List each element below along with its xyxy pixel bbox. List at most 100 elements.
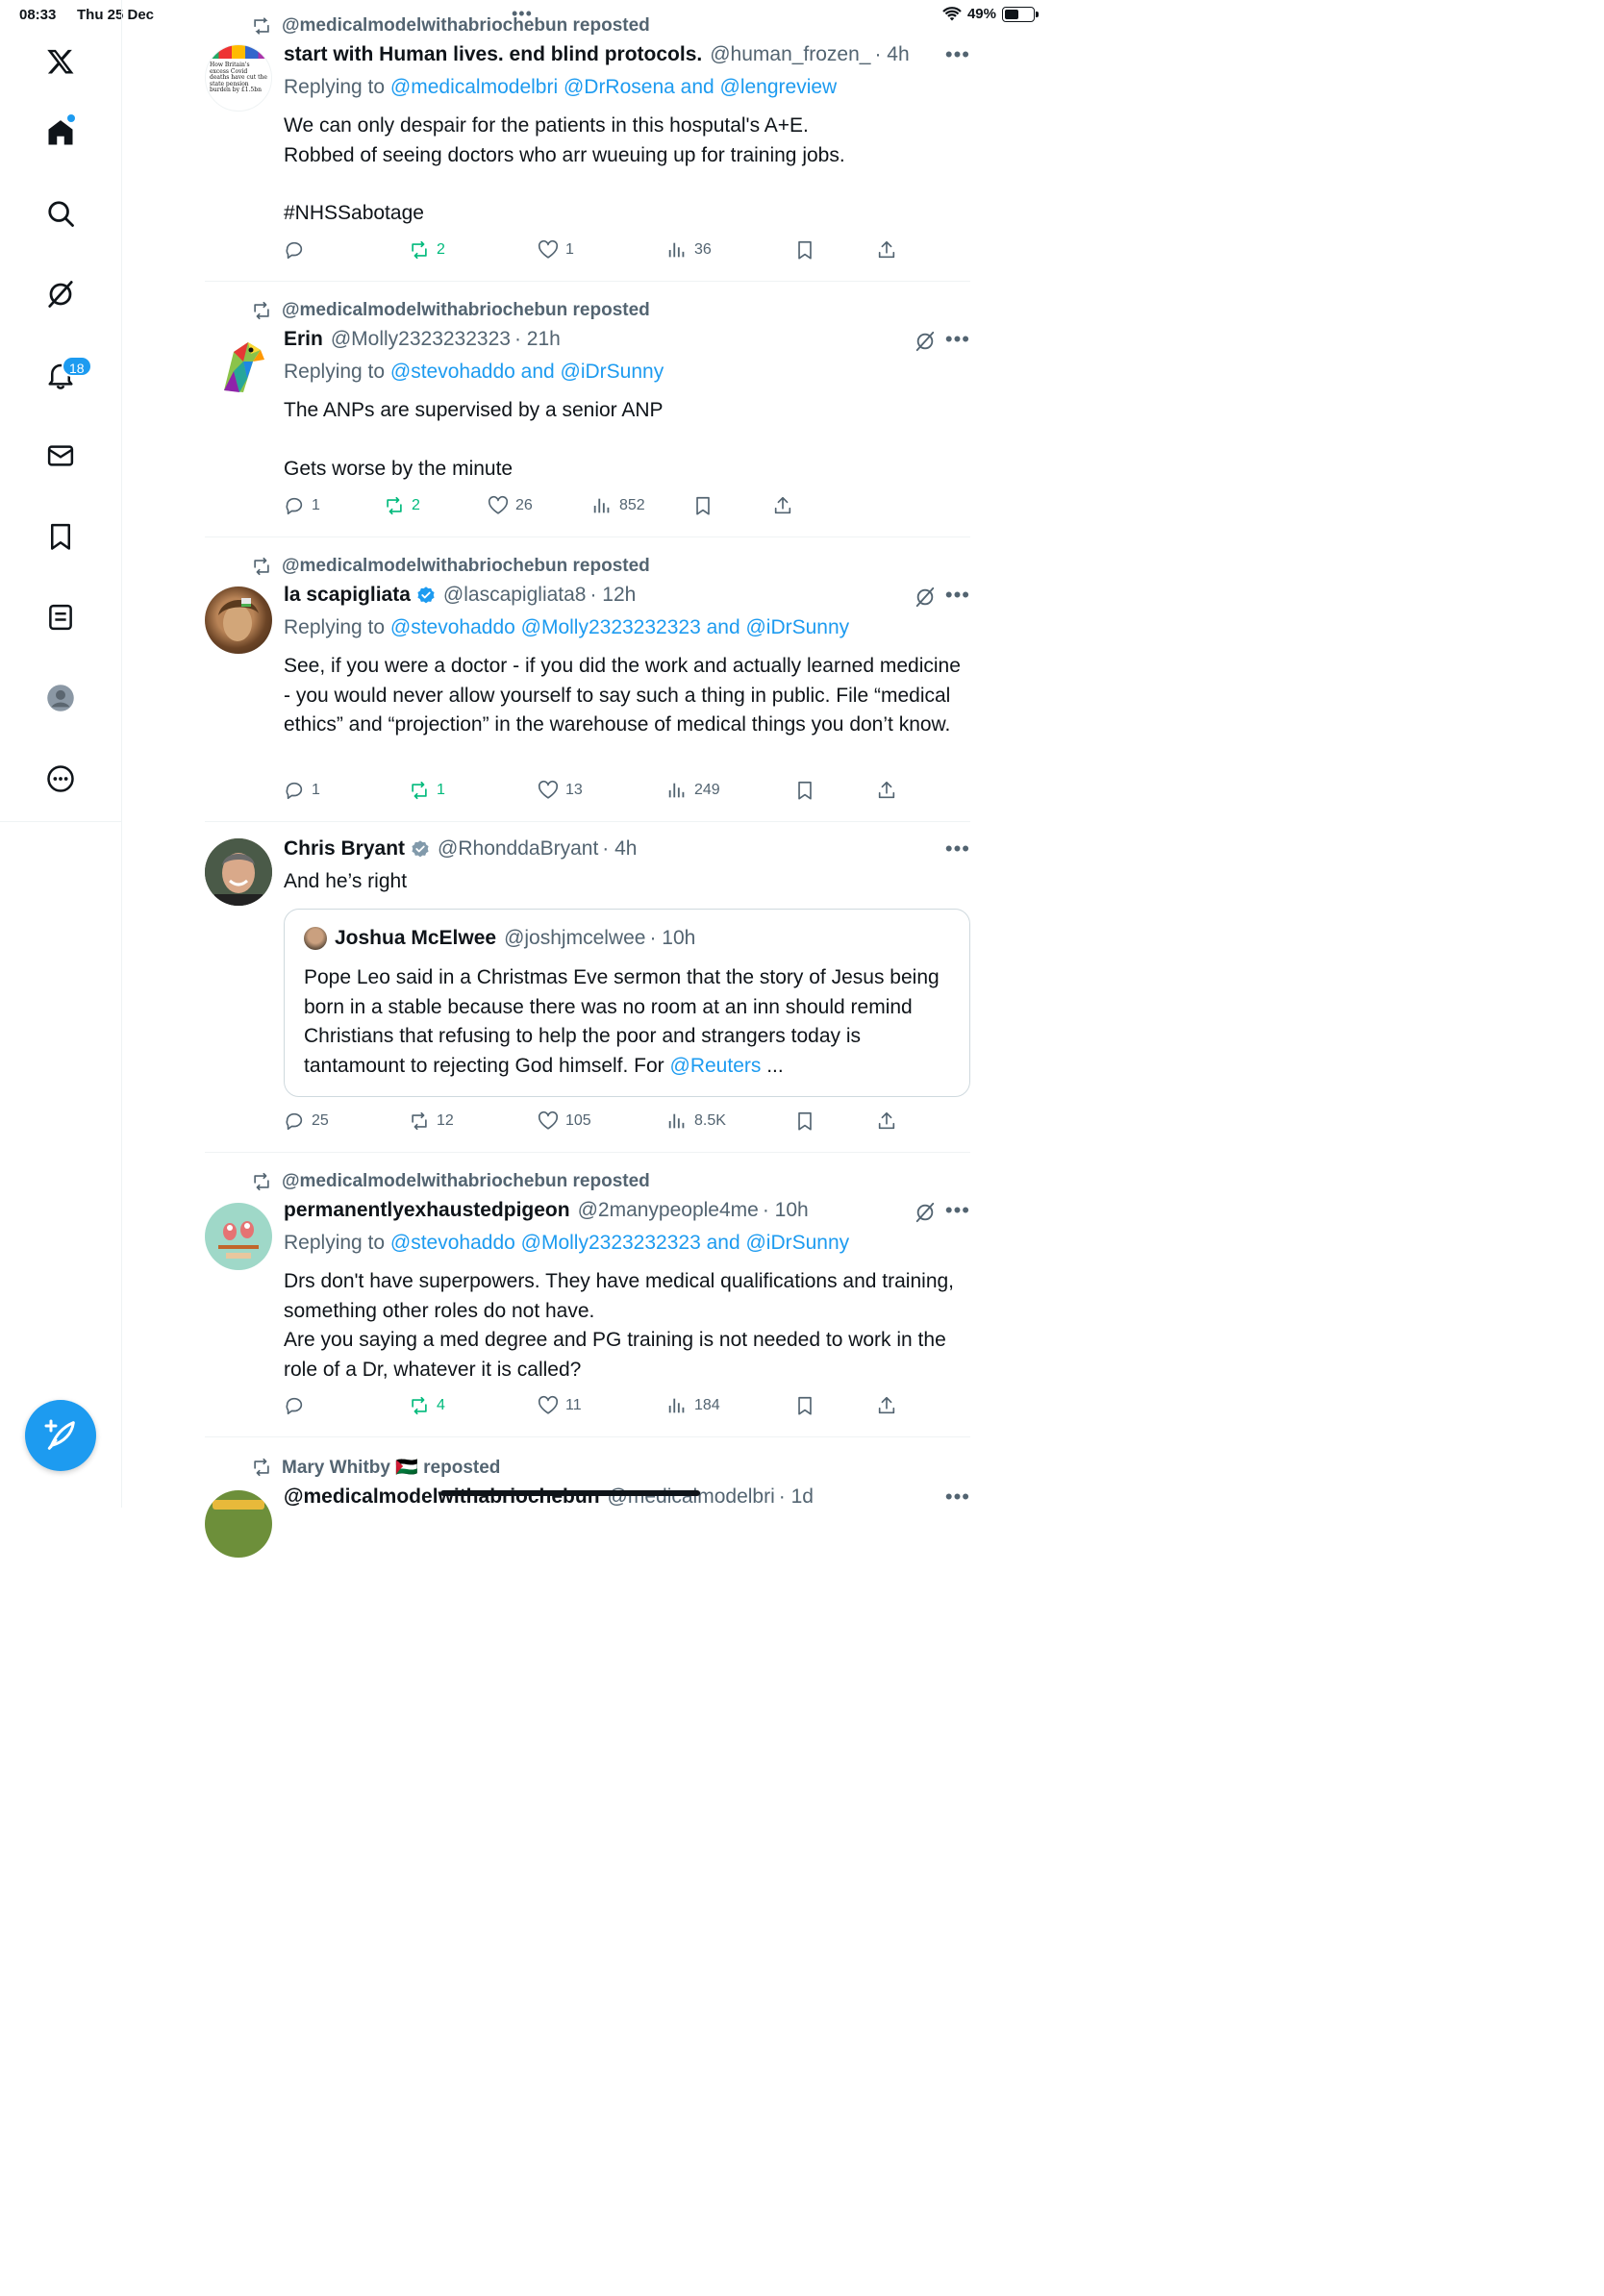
reply-icon (286, 1397, 303, 1415)
repost-button[interactable]: 2 (384, 493, 420, 518)
repost-icon (412, 1111, 427, 1131)
reply-button[interactable] (284, 237, 312, 262)
avatar-human-frozen[interactable]: How Britain's excess Covid deaths have c… (205, 44, 272, 112)
replying-to-handles[interactable]: @stevohaddo and @iDrSunny (390, 361, 664, 383)
author-handle[interactable]: @RhonddaBryant (438, 837, 598, 861)
views-button[interactable]: 249 (666, 778, 720, 803)
home-icon[interactable] (39, 112, 82, 154)
compose-post-button[interactable] (25, 1400, 96, 1471)
quoted-post[interactable]: Joshua McElwee @joshjmcelwee · 10h Pope … (284, 909, 970, 1097)
post-more-icon[interactable]: ••• (945, 583, 970, 608)
avatar-eagle-image (224, 342, 264, 392)
avatar-erin[interactable] (205, 333, 272, 400)
reply-button[interactable] (284, 1393, 312, 1418)
grok-explain-icon[interactable] (915, 1202, 936, 1223)
replying-to-handles[interactable]: @stevohaddo @Molly2323232323 and @iDrSun… (390, 616, 849, 638)
share-button[interactable] (876, 778, 897, 803)
author-handle[interactable]: @human_frozen_ (710, 43, 870, 66)
like-button[interactable]: 26 (488, 493, 533, 518)
search-icon[interactable] (39, 192, 82, 235)
repost-button[interactable]: 2 (409, 237, 445, 262)
avatar-la-scapigliata[interactable] (205, 586, 272, 654)
reply-icon (286, 497, 303, 515)
view-count: 184 (694, 1397, 720, 1413)
like-button[interactable]: 11 (538, 1393, 582, 1418)
bookmark-icon (798, 240, 812, 260)
reply-count: 1 (312, 497, 320, 513)
bookmarks-icon[interactable] (39, 515, 82, 558)
repost-icon (254, 1458, 269, 1477)
wifi-icon (942, 6, 962, 20)
share-button[interactable] (772, 493, 793, 518)
author-handle[interactable]: @lascapigliata8 (443, 584, 587, 607)
more-options-circle-icon[interactable] (39, 758, 82, 800)
grok-explain-icon[interactable] (915, 586, 936, 608)
profile-avatar-icon[interactable] (39, 677, 82, 719)
post-header: Erin @Molly2323232323 · 21h (284, 328, 561, 351)
reply-button[interactable]: 1 (284, 778, 320, 803)
reply-button[interactable]: 1 (284, 493, 320, 518)
views-button[interactable]: 8.5K (666, 1109, 726, 1134)
views-bar-icon (668, 1113, 685, 1129)
repost-icon (254, 557, 269, 576)
author-name[interactable]: Chris Bryant (284, 837, 405, 861)
like-button[interactable]: 1 (538, 237, 574, 262)
like-button[interactable]: 105 (538, 1109, 591, 1134)
repost-button[interactable]: 1 (409, 778, 445, 803)
author-name[interactable]: @medicalmodelwithabriochebun (284, 1485, 600, 1509)
share-button[interactable] (876, 1109, 897, 1134)
post-more-icon[interactable]: ••• (945, 327, 970, 352)
bookmark-button[interactable] (794, 237, 815, 262)
repost-icon (254, 17, 269, 35)
author-name[interactable]: Erin (284, 328, 323, 351)
repost-button[interactable]: 4 (409, 1393, 445, 1418)
author-name[interactable]: start with Human lives. end blind protoc… (284, 43, 702, 66)
post-hashtag[interactable]: #NHSSabotage (284, 199, 966, 229)
messages-envelope-icon[interactable] (39, 435, 82, 477)
lists-icon[interactable] (39, 596, 82, 638)
like-count: 1 (565, 241, 574, 258)
quoted-post-mention[interactable]: @Reuters (670, 1055, 762, 1077)
share-button[interactable] (876, 237, 897, 262)
verified-badge-icon (412, 840, 429, 858)
share-icon (774, 496, 791, 514)
reply-count: 25 (312, 1112, 329, 1129)
replying-to-handles[interactable]: @stevohaddo @Molly2323232323 and @iDrSun… (390, 1232, 849, 1254)
author-name[interactable]: permanentlyexhaustedpigeon (284, 1199, 570, 1222)
repost-button[interactable]: 12 (409, 1109, 454, 1134)
post-more-icon[interactable]: ••• (945, 1485, 970, 1510)
share-button[interactable] (876, 1393, 897, 1418)
replying-prefix: Replying to (284, 1232, 386, 1254)
home-indicator-bar[interactable] (440, 1490, 700, 1496)
post-more-icon[interactable]: ••• (945, 1198, 970, 1223)
post-more-icon[interactable]: ••• (945, 836, 970, 861)
bookmark-button[interactable] (794, 1393, 815, 1418)
author-name[interactable]: la scapigliata (284, 584, 411, 607)
reply-button[interactable]: 25 (284, 1109, 329, 1134)
author-handle[interactable]: @2manypeople4me (578, 1199, 759, 1222)
quoted-author-name[interactable]: Joshua McElwee (335, 927, 496, 950)
bookmark-button[interactable] (794, 778, 815, 803)
quoted-author-avatar[interactable] (304, 927, 327, 950)
replying-to-handles[interactable]: @medicalmodelbri @DrRosena and @lengrevi… (390, 76, 837, 98)
views-button[interactable]: 852 (591, 493, 645, 518)
author-handle[interactable]: @Molly2323232323 (331, 328, 511, 351)
post-more-icon[interactable]: ••• (945, 42, 970, 67)
views-button[interactable]: 36 (666, 237, 712, 262)
heart-icon (538, 1395, 559, 1414)
quoted-post-time: · 10h (649, 927, 696, 949)
quoted-author-handle[interactable]: @joshjmcelwee (504, 927, 645, 950)
grok-icon[interactable] (39, 273, 82, 315)
avatar-medicalmodel[interactable] (205, 1490, 272, 1558)
author-handle[interactable]: @medicalmodelbri (608, 1485, 775, 1509)
like-button[interactable]: 13 (538, 778, 583, 803)
avatar-chris-bryant[interactable] (205, 838, 272, 906)
avatar-pigeon[interactable] (205, 1203, 272, 1270)
x-logo-icon[interactable] (39, 40, 82, 83)
bookmark-button[interactable] (794, 1109, 815, 1134)
bookmark-button[interactable] (692, 493, 714, 518)
grok-explain-icon[interactable] (915, 331, 936, 352)
repost-indicator: @medicalmodelwithabriochebun reposted (251, 556, 650, 577)
views-button[interactable]: 184 (666, 1393, 720, 1418)
repost-count: 1 (437, 782, 445, 798)
